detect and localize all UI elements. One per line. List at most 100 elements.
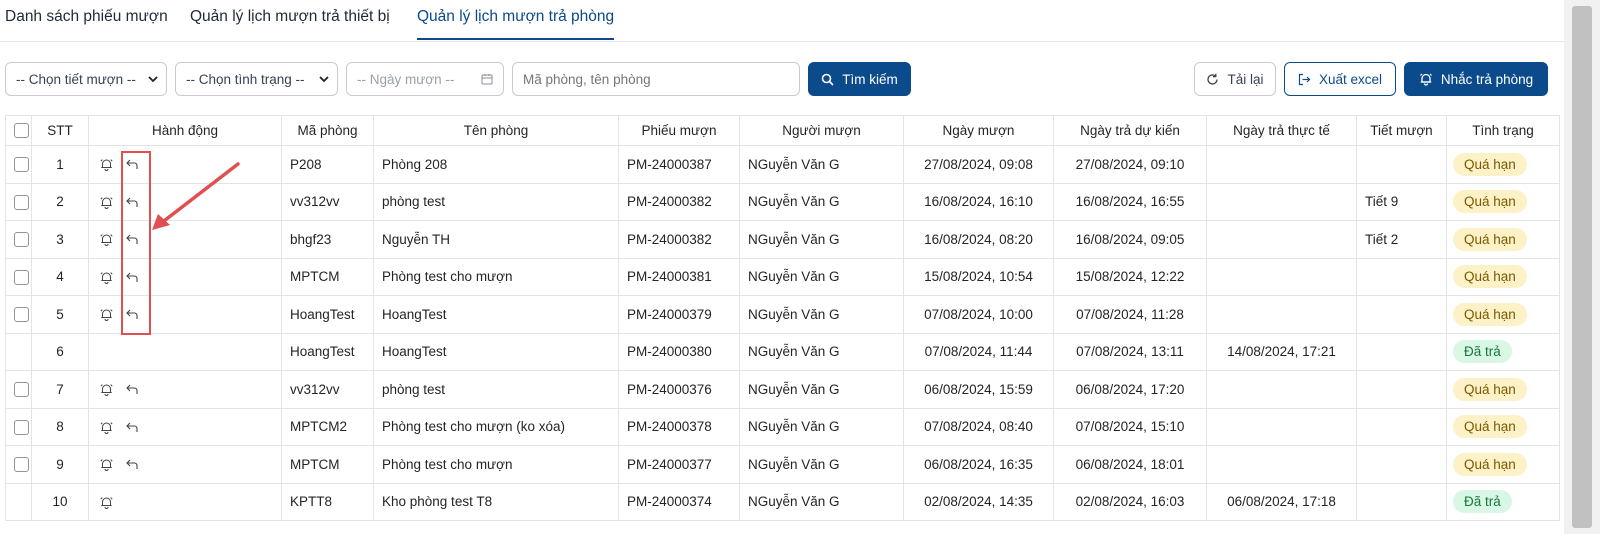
export-excel-button[interactable]: Xuất excel [1284,62,1396,96]
row-actual-return [1206,370,1357,409]
bell-icon[interactable] [99,420,114,435]
borrow-date-input[interactable]: -- Ngày mượn -- [346,62,504,96]
table-row[interactable]: 2 vv312vv phòng test PM-24000382 NGuyễn Văn … [5,182,1560,221]
return-icon[interactable] [124,157,139,172]
table-row[interactable]: 5 HoangTest HoangTest PM-24000379 NGuyễn Văn… [5,295,1560,334]
return-icon[interactable] [124,457,139,472]
row-actions [88,145,282,184]
row-room-code: MPTCM2 [281,407,374,446]
return-icon[interactable] [124,195,139,210]
row-actual-return [1206,220,1357,259]
status-badge: Quá hạn [1453,190,1527,214]
row-ticket: PM-24000374 [618,482,740,521]
row-status-cell: Đã trả [1446,332,1560,371]
row-actions [88,482,282,521]
header-actions: Hành động [88,115,282,146]
row-stt: 9 [31,445,89,484]
row-checkbox[interactable] [14,157,29,173]
row-checkbox[interactable] [14,307,29,323]
row-checkbox[interactable] [14,419,29,435]
row-room-name: phòng test [373,370,619,409]
select-all-cell[interactable] [5,115,32,146]
period-select-value: -- Chọn tiết mượn -- [16,71,136,87]
search-input[interactable] [512,62,800,96]
bell-icon[interactable] [99,232,114,247]
tab-bar: Danh sách phiếu mượn Quản lý lịch mượn t… [0,0,1565,42]
table-row[interactable]: 4 MPTCM Phòng test cho mượn PM-24000381 NGuy… [5,257,1560,296]
return-icon[interactable] [124,232,139,247]
reload-button[interactable]: Tải lại [1194,62,1276,96]
bell-icon[interactable] [99,157,114,172]
export-excel-label: Xuất excel [1318,71,1383,87]
row-status-cell: Quá hạn [1446,445,1560,484]
scrollbar-thumb[interactable] [1572,6,1592,528]
row-status-cell: Quá hạn [1446,145,1560,184]
select-all-checkbox[interactable] [14,123,29,139]
row-status-cell: Quá hạn [1446,182,1560,221]
table-header-row: STT Hành động Mã phòng Tên phòng Phiếu m… [5,115,1560,146]
tab-room-schedule[interactable]: Quản lý lịch mượn trả phòng [417,8,615,40]
row-checkbox[interactable] [14,382,29,398]
row-room-name: HoangTest [373,295,619,334]
header-borrow-date: Ngày mượn [903,115,1054,146]
row-room-name: Phòng test cho mượn (ko xóa) [373,407,619,446]
table-row[interactable]: 7 vv312vv phòng test PM-24000376 NGuyễn Văn … [5,370,1560,409]
return-icon[interactable] [124,307,139,322]
bell-icon[interactable] [99,382,114,397]
table-row[interactable]: 3 bhgf23 Nguyễn TH PM-24000382 NGuyễn Văn G1… [5,220,1560,259]
tab-borrow-list[interactable]: Danh sách phiếu mượn [5,8,168,26]
row-expected-return: 16/08/2024, 09:05 [1053,220,1207,259]
row-checkbox[interactable] [14,269,29,285]
table-row[interactable]: 6 HoangTest HoangTest PM-24000380 NGuyễn Văn… [5,332,1560,371]
row-stt: 10 [31,482,89,521]
row-checkbox[interactable] [14,194,29,210]
row-actions [88,370,282,409]
row-borrower: NGuyễn Văn G [739,482,904,521]
bell-icon[interactable] [99,195,114,210]
row-actual-return [1206,257,1357,296]
remind-return-button[interactable]: Nhắc trả phòng [1404,62,1548,96]
row-borrow-date: 16/08/2024, 08:20 [903,220,1054,259]
table-row[interactable]: 9 MPTCM Phòng test cho mượn PM-24000377 NGuy… [5,445,1560,484]
vertical-scrollbar[interactable] [1564,0,1600,534]
status-select[interactable]: -- Chọn tình trạng -- [175,62,338,96]
row-actual-return [1206,145,1357,184]
header-room-code: Mã phòng [281,115,374,146]
row-expected-return: 15/08/2024, 12:22 [1053,257,1207,296]
row-borrow-date: 07/08/2024, 08:40 [903,407,1054,446]
row-select-cell [5,482,32,521]
row-checkbox[interactable] [14,457,29,473]
tab-device-schedule[interactable]: Quản lý lịch mượn trả thiết bị [190,8,390,26]
row-ticket: PM-24000382 [618,182,740,221]
row-room-code: HoangTest [281,332,374,371]
status-select-value: -- Chọn tình trạng -- [186,71,305,87]
row-period [1356,482,1447,521]
row-select-cell [5,182,32,221]
bell-icon[interactable] [99,270,114,285]
row-ticket: PM-24000387 [618,145,740,184]
reload-button-label: Tải lại [1227,71,1264,87]
row-select-cell [5,295,32,334]
row-select-cell [5,332,32,371]
row-actions [88,257,282,296]
row-ticket: PM-24000378 [618,407,740,446]
return-icon[interactable] [124,382,139,397]
row-ticket: PM-24000377 [618,445,740,484]
return-icon[interactable] [124,270,139,285]
bell-icon[interactable] [99,307,114,322]
row-expected-return: 07/08/2024, 13:11 [1053,332,1207,371]
search-button[interactable]: Tìm kiếm [808,62,911,96]
bell-icon[interactable] [99,457,114,472]
table-row[interactable]: 8 MPTCM2 Phòng test cho mượn (ko xóa) PM-24… [5,407,1560,446]
bell-icon[interactable] [99,495,114,510]
row-borrow-date: 07/08/2024, 11:44 [903,332,1054,371]
row-stt: 4 [31,257,89,296]
table-row[interactable]: 10 KPTT8 Kho phòng test T8 PM-24000374 NGuyễ… [5,482,1560,521]
row-actions [88,220,282,259]
period-select[interactable]: -- Chọn tiết mượn -- [5,62,167,96]
row-ticket: PM-24000381 [618,257,740,296]
table-row[interactable]: 1 P208 Phòng 208 PM-24000387 NGuyễn Văn G 27/… [5,145,1560,184]
row-checkbox[interactable] [14,232,29,248]
refresh-icon [1207,73,1219,85]
return-icon[interactable] [124,420,139,435]
